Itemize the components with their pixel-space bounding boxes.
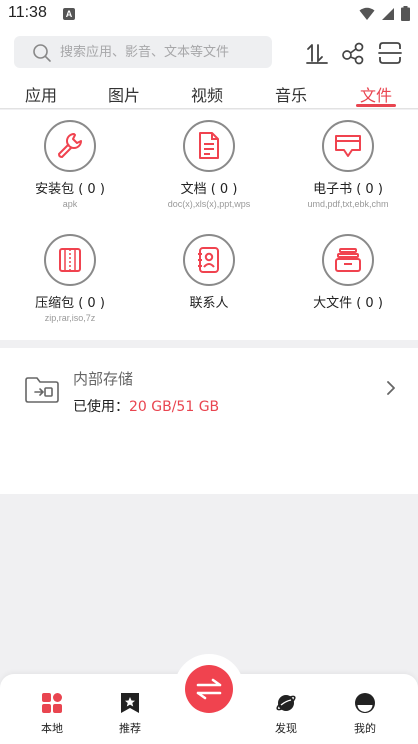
storage-usage: 已使用：20 GB/51 GB [73,396,219,416]
tab-files[interactable]: 文件 [360,82,392,106]
tab-videos[interactable]: 视频 [191,82,223,106]
category-apk[interactable]: 安装包 ( 0 ) apk [0,120,140,209]
contact-icon [198,247,219,273]
category-large-files-circle [322,234,374,286]
category-contacts-circle [183,234,235,286]
nav-recommend[interactable]: 推荐 [105,692,155,736]
category-contacts[interactable]: 联系人 [139,234,279,313]
transfer-button[interactable] [185,665,233,713]
status-icons [359,6,410,21]
header [0,28,418,74]
nav-profile[interactable]: 我的 [340,692,390,736]
search-icon [33,44,51,62]
wrench-icon [58,133,82,158]
category-extensions: doc(x),xls(x),ppt,wps [167,199,251,209]
category-ebooks[interactable]: 电子书 ( 0 ) umd,pdf,txt,ebk,chm [278,120,418,209]
nav-local-label: 本地 [41,722,63,735]
scan-icon[interactable] [377,40,403,66]
ebook-icon [335,135,361,157]
category-extensions: apk [62,199,78,209]
nav-discover[interactable]: 发现 [261,692,311,736]
tab-images[interactable]: 图片 [108,82,140,106]
battery-icon [401,6,410,21]
status-bar: 11:38 A [0,0,418,28]
category-label: 文档 ( 0 ) [180,182,238,197]
storage-usage-value: 20 GB/51 GB [129,399,220,415]
category-archives-circle [44,234,96,286]
category-ebooks-circle [322,120,374,172]
category-tabs: 应用 图片 视频 音乐 文件 [0,74,418,109]
category-label: 安装包 ( 0 ) [35,182,105,197]
sort-icon[interactable] [304,40,330,66]
nav-discover-label: 发现 [275,722,297,735]
category-label: 联系人 [189,296,229,311]
large-file-icon [335,248,361,272]
nav-profile-label: 我的 [354,722,376,735]
category-archives[interactable]: 压缩包 ( 0 ) zip,rar,iso,7z [0,234,140,323]
tab-music[interactable]: 音乐 [275,82,307,106]
storage-usage-label: 已使用： [73,399,129,415]
category-label: 压缩包 ( 0 ) [35,296,105,311]
share-icon[interactable] [340,40,366,66]
category-label: 大文件 ( 0 ) [313,296,383,311]
transfer-arrows-icon [196,678,222,700]
local-grid-icon [42,693,62,713]
transfer-fab-container [174,654,244,724]
planet-icon [276,695,296,711]
status-time: 11:38 [8,4,47,21]
document-icon [199,132,219,159]
search-bar[interactable] [14,36,272,68]
chevron-right-icon [387,381,395,395]
storage-title: 内部存储 [73,370,134,388]
category-extensions: umd,pdf,txt,ebk,chm [307,199,389,209]
star-bookmark-icon [121,693,139,713]
nav-local[interactable]: 本地 [27,692,77,736]
file-category-grid: 安装包 ( 0 ) apk 文档 ( 0 ) doc(x),xls(x),ppt… [0,110,418,340]
profile-icon [355,693,375,713]
category-extensions: zip,rar,iso,7z [44,313,96,323]
signal-icon [382,7,394,20]
category-large-files[interactable]: 大文件 ( 0 ) [278,234,418,313]
category-documents[interactable]: 文档 ( 0 ) doc(x),xls(x),ppt,wps [139,120,279,209]
category-label: 电子书 ( 0 ) [313,182,383,197]
archive-icon [59,248,81,272]
internal-storage-row[interactable]: 内部存储 已使用：20 GB/51 GB [0,348,418,494]
search-input[interactable] [60,36,265,68]
folder-icon [25,377,59,403]
active-tab-indicator [356,104,396,107]
nav-recommend-label: 推荐 [119,722,141,735]
wifi-icon [359,7,375,20]
tab-apps[interactable]: 应用 [25,82,57,106]
category-documents-circle [183,120,235,172]
notification-icon: A [63,8,75,20]
category-apk-circle [44,120,96,172]
